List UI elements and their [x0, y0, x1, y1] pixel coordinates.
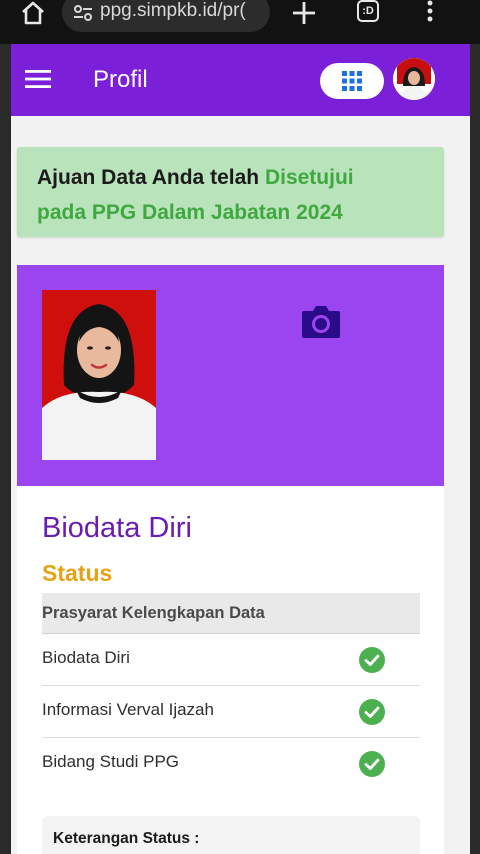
- camera-icon: [302, 306, 340, 338]
- list-item: Bidang Studi PPG: [42, 738, 420, 790]
- app-bar: Profil: [11, 44, 470, 116]
- user-avatar-icon: [393, 58, 435, 100]
- approval-banner: Ajuan Data Anda telah Disetujui pada PPG…: [17, 147, 444, 237]
- right-edge: [470, 44, 480, 854]
- status-note-label: Keterangan Status :: [53, 830, 200, 847]
- biodata-title: Biodata Diri: [42, 512, 192, 544]
- tab-switcher-button[interactable]: :D: [357, 0, 379, 22]
- check-circle-icon: [359, 699, 385, 725]
- home-icon[interactable]: [20, 0, 46, 26]
- hamburger-menu-icon[interactable]: [25, 68, 51, 90]
- page-title: Profil: [93, 66, 148, 93]
- requirements-header: Prasyarat Kelengkapan Data: [42, 593, 420, 634]
- list-item: Biodata Diri: [42, 634, 420, 686]
- site-settings-icon[interactable]: [72, 2, 94, 24]
- left-edge: [0, 44, 11, 854]
- new-tab-icon[interactable]: [291, 0, 317, 26]
- avatar[interactable]: [393, 58, 435, 100]
- biodata-card: Biodata Diri Status Prasyarat Kelengkapa…: [17, 486, 444, 854]
- apps-grid-icon: [342, 71, 362, 91]
- page: Profil Ajuan Data Anda telah Disetujui p…: [11, 44, 470, 854]
- more-menu-icon[interactable]: [420, 0, 440, 24]
- check-circle-icon: [359, 647, 385, 673]
- status-title: Status: [42, 560, 113, 586]
- browser-toolbar: ppg.simpkb.id/pr( :D: [0, 0, 480, 44]
- profile-photo-image: [42, 290, 156, 460]
- profile-photo-card: [17, 265, 444, 486]
- requirement-label: Bidang Studi PPG: [42, 752, 180, 771]
- check-circle-icon: [359, 751, 385, 777]
- requirement-label: Informasi Verval Ijazah: [42, 700, 214, 719]
- banner-program: pada PPG Dalam Jabatan 2024: [37, 201, 343, 224]
- requirement-label: Biodata Diri: [42, 648, 130, 667]
- banner-status-approved: Disetujui: [264, 166, 354, 189]
- change-photo-button[interactable]: [301, 303, 341, 339]
- apps-button[interactable]: [320, 63, 384, 99]
- url-text: ppg.simpkb.id/pr(: [100, 0, 246, 21]
- address-bar[interactable]: ppg.simpkb.id/pr(: [62, 0, 270, 32]
- list-item: Informasi Verval Ijazah: [42, 686, 420, 738]
- banner-text: Ajuan Data Anda telah: [37, 166, 265, 189]
- status-note-box: Keterangan Status :: [42, 816, 420, 854]
- profile-photo: [42, 290, 156, 460]
